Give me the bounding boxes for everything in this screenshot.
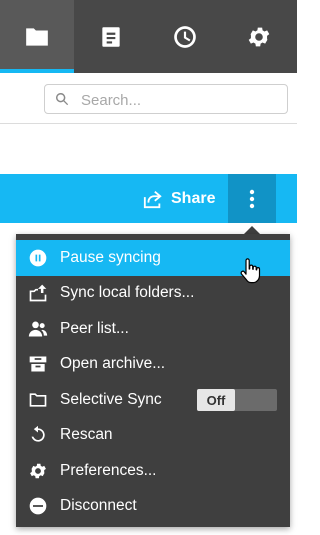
selective-sync-toggle[interactable]: Off xyxy=(197,389,277,411)
top-tab-bar xyxy=(0,0,297,73)
menu-item-label: Peer list... xyxy=(60,319,129,337)
share-button[interactable]: Share xyxy=(142,187,215,211)
rescan-icon xyxy=(31,426,45,442)
tab-settings[interactable] xyxy=(222,0,296,73)
search-input[interactable] xyxy=(79,89,283,111)
search-box[interactable] xyxy=(44,84,288,114)
hand-cursor-icon xyxy=(240,258,261,284)
menu-item-rescan[interactable]: Rescan xyxy=(16,418,290,454)
search-bar xyxy=(0,73,297,124)
menu-item-label: Sync local folders... xyxy=(60,284,195,302)
pause-icon xyxy=(29,249,47,267)
menu-item-label: Pause syncing xyxy=(60,248,161,266)
more-vertical-icon xyxy=(249,189,255,208)
document-icon xyxy=(102,26,120,47)
clock-icon xyxy=(174,25,196,48)
tab-history[interactable] xyxy=(148,0,222,73)
upload-folder-icon xyxy=(29,284,47,302)
menu-item-preferences[interactable]: Preferences... xyxy=(16,453,290,489)
folder-outline-icon xyxy=(29,393,47,407)
menu-item-label: Preferences... xyxy=(60,461,157,479)
users-icon xyxy=(28,321,48,337)
gear-icon xyxy=(248,27,270,46)
more-options-button[interactable] xyxy=(228,174,276,223)
archive-icon xyxy=(29,356,47,372)
search-icon xyxy=(56,93,69,106)
menu-item-label: Selective Sync xyxy=(60,390,162,408)
menu-item-open-archive[interactable]: Open archive... xyxy=(16,347,290,383)
menu-item-disconnect[interactable]: Disconnect xyxy=(16,489,290,525)
share-icon xyxy=(143,191,162,209)
disconnect-icon xyxy=(29,497,47,515)
tab-documents[interactable] xyxy=(74,0,148,73)
share-label: Share xyxy=(171,190,216,207)
gear-icon xyxy=(30,463,46,478)
tab-files[interactable] xyxy=(0,0,74,73)
menu-item-peer-list[interactable]: Peer list... xyxy=(16,311,290,347)
menu-item-label: Open archive... xyxy=(60,355,166,373)
menu-item-label: Rescan xyxy=(60,426,113,444)
toggle-state-label: Off xyxy=(197,389,235,411)
menu-item-selective-sync[interactable]: Selective Sync Off xyxy=(16,382,290,418)
folder-icon xyxy=(26,27,48,46)
menu-item-label: Disconnect xyxy=(60,497,137,515)
